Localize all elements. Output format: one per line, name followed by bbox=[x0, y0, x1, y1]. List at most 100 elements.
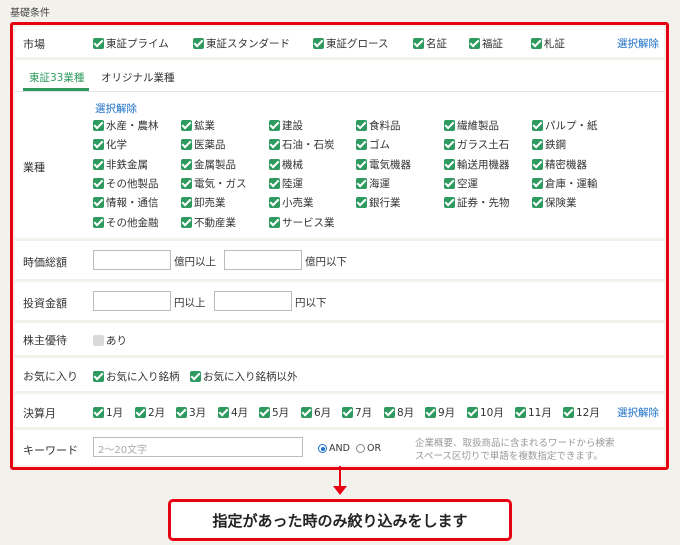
filter-panel: 市場 東証プライム 東証スタンダード 東証グロース 名証 福証 札証 選択解除 … bbox=[10, 22, 669, 470]
checkbox-checked-icon bbox=[93, 177, 104, 189]
industry-checkbox[interactable]: 卸売業 bbox=[181, 195, 226, 210]
industry-checkbox[interactable]: 小売業 bbox=[269, 195, 314, 210]
checkbox-checked-icon bbox=[444, 197, 455, 209]
benefit-checkbox[interactable]: あり bbox=[93, 333, 127, 348]
industry-checkbox[interactable]: 機械 bbox=[269, 157, 303, 172]
checkbox-checked-icon bbox=[269, 120, 280, 131]
market-cap-min-suffix: 億円以上 bbox=[174, 256, 216, 268]
favorites-checkbox-in[interactable]: お気に入り銘柄 bbox=[93, 369, 180, 384]
month-checkbox[interactable]: 12月 bbox=[563, 405, 600, 420]
and-radio[interactable]: AND bbox=[318, 443, 350, 454]
keyword-label: キーワード bbox=[23, 444, 78, 457]
fiscal-month-clear-link[interactable]: 選択解除 bbox=[617, 405, 659, 420]
industry-clear-link[interactable]: 選択解除 bbox=[95, 101, 137, 116]
industry-checkbox[interactable]: 鉱業 bbox=[181, 118, 215, 133]
month-checkbox[interactable]: 8月 bbox=[384, 405, 414, 420]
checkbox-checked-icon bbox=[93, 407, 104, 418]
industry-checkbox[interactable]: 輸送用機器 bbox=[444, 157, 510, 172]
section-title: 基礎条件 bbox=[10, 8, 50, 19]
industry-checkbox[interactable]: 情報・通信 bbox=[93, 195, 159, 210]
industry-checkbox[interactable]: 空運 bbox=[444, 176, 478, 191]
market-cap-max-input[interactable] bbox=[224, 250, 302, 270]
investment-row: 投資金額 円以上 円以下 bbox=[15, 282, 664, 320]
industry-checkbox[interactable]: その他製品 bbox=[93, 176, 159, 191]
industry-checkbox[interactable]: 石油・石炭 bbox=[269, 137, 335, 152]
favorites-label: お気に入り bbox=[23, 370, 78, 383]
month-checkbox[interactable]: 1月 bbox=[93, 405, 123, 420]
month-checkbox[interactable]: 6月 bbox=[301, 405, 331, 420]
keyword-input[interactable]: 2〜20文字 bbox=[93, 437, 303, 457]
industry-checkbox[interactable]: 倉庫・運輸 bbox=[532, 176, 598, 191]
month-checkbox[interactable]: 3月 bbox=[176, 405, 206, 420]
industry-checkbox[interactable]: ゴム bbox=[356, 137, 390, 152]
industry-checkbox[interactable]: 電気機器 bbox=[356, 157, 411, 172]
checkbox-checked-icon bbox=[356, 139, 367, 151]
industry-checkbox[interactable]: その他金融 bbox=[93, 215, 159, 230]
market-cap-min-input[interactable] bbox=[93, 250, 171, 270]
industry-checkbox[interactable]: 水産・農林 bbox=[93, 118, 159, 133]
industry-checkbox[interactable]: 鉄鋼 bbox=[532, 137, 566, 152]
checkbox-checked-icon bbox=[444, 177, 455, 189]
investment-max-input[interactable] bbox=[214, 291, 292, 311]
month-checkbox[interactable]: 5月 bbox=[259, 405, 289, 420]
checkbox-checked-icon bbox=[425, 407, 436, 418]
industry-checkbox[interactable]: 医薬品 bbox=[181, 137, 226, 152]
industry-checkbox[interactable]: 銀行業 bbox=[356, 195, 401, 210]
market-checkbox-growth[interactable]: 東証グロース bbox=[313, 36, 388, 51]
radio-selected-icon bbox=[318, 444, 327, 453]
industry-checkbox[interactable]: パルプ・紙 bbox=[532, 118, 598, 133]
market-cap-label: 時価総額 bbox=[23, 256, 67, 269]
checkbox-checked-icon bbox=[269, 139, 280, 151]
industry-checkbox[interactable]: 電気・ガス bbox=[181, 176, 247, 191]
market-checkbox-fukuoka[interactable]: 福証 bbox=[469, 36, 503, 51]
month-checkbox[interactable]: 2月 bbox=[135, 405, 165, 420]
industry-checkbox[interactable]: 陸運 bbox=[269, 176, 303, 191]
month-checkbox[interactable]: 10月 bbox=[467, 405, 504, 420]
benefit-row: 株主優待 あり bbox=[15, 323, 664, 355]
industry-checkbox[interactable]: サービス業 bbox=[269, 215, 335, 230]
market-clear-link[interactable]: 選択解除 bbox=[617, 36, 659, 51]
month-checkbox[interactable]: 9月 bbox=[425, 405, 455, 420]
benefit-label: 株主優待 bbox=[23, 334, 67, 347]
checkbox-checked-icon bbox=[444, 120, 455, 131]
month-checkbox[interactable]: 11月 bbox=[515, 405, 552, 420]
industry-checkbox[interactable]: 化学 bbox=[93, 137, 127, 152]
industry-checkbox[interactable]: 不動産業 bbox=[181, 215, 236, 230]
industry-checkbox[interactable]: 海運 bbox=[356, 176, 390, 191]
checkbox-checked-icon bbox=[93, 139, 104, 151]
or-radio[interactable]: OR bbox=[356, 443, 381, 454]
arrow-line bbox=[339, 466, 341, 488]
checkbox-checked-icon bbox=[532, 139, 543, 151]
checkbox-checked-icon bbox=[413, 38, 424, 49]
industry-checkbox[interactable]: ガラス土石 bbox=[444, 137, 509, 152]
investment-label: 投資金額 bbox=[23, 297, 67, 310]
market-checkbox-standard[interactable]: 東証スタンダード bbox=[193, 36, 290, 51]
fiscal-month-row: 決算月 1月 2月 3月 4月 5月 6月 7月 8月 9月 10月 11月 12月 選択解除 bbox=[15, 394, 664, 427]
industry-checkbox[interactable]: 繊維製品 bbox=[444, 118, 499, 133]
checkbox-checked-icon bbox=[356, 120, 367, 131]
checkbox-checked-icon bbox=[176, 407, 187, 418]
checkbox-checked-icon bbox=[190, 371, 201, 382]
checkbox-checked-icon bbox=[531, 38, 542, 49]
industry-checkbox[interactable]: 金属製品 bbox=[181, 157, 236, 172]
industry-checkbox[interactable]: 証券・先物 bbox=[444, 195, 510, 210]
industry-checkbox[interactable]: 食料品 bbox=[356, 118, 401, 133]
tab-original[interactable]: オリジナル業種 bbox=[101, 70, 175, 85]
industry-checkbox[interactable]: 保険業 bbox=[532, 195, 577, 210]
market-checkbox-prime[interactable]: 東証プライム bbox=[93, 36, 169, 51]
industry-checkbox[interactable]: 非鉄金属 bbox=[93, 157, 148, 172]
investment-min-input[interactable] bbox=[93, 291, 171, 311]
month-checkbox[interactable]: 4月 bbox=[218, 405, 248, 420]
favorites-checkbox-out[interactable]: お気に入り銘柄以外 bbox=[190, 369, 298, 384]
investment-max-suffix: 円以下 bbox=[295, 297, 327, 309]
industry-label: 業種 bbox=[23, 161, 45, 174]
checkbox-checked-icon bbox=[532, 197, 543, 209]
market-checkbox-sapporo[interactable]: 札証 bbox=[531, 36, 565, 51]
industry-checkbox[interactable]: 建設 bbox=[269, 118, 303, 133]
market-checkbox-nagoya[interactable]: 名証 bbox=[413, 36, 447, 51]
tab-tse33[interactable]: 東証33業種 bbox=[29, 70, 84, 85]
market-label: 市場 bbox=[23, 38, 45, 51]
fiscal-month-label: 決算月 bbox=[23, 407, 56, 420]
industry-checkbox[interactable]: 精密機器 bbox=[532, 157, 587, 172]
month-checkbox[interactable]: 7月 bbox=[342, 405, 372, 420]
